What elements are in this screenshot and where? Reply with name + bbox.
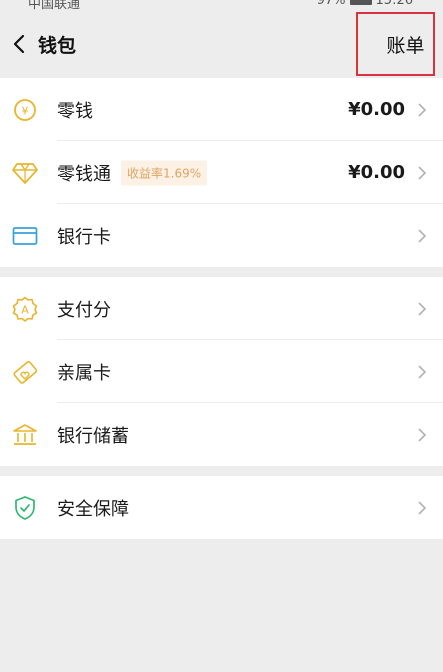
family-card-icon	[12, 359, 38, 385]
lingqiantong-value: ¥0.00	[348, 162, 405, 183]
chevron-right-icon	[417, 165, 427, 181]
chevron-right-icon	[417, 228, 427, 244]
chevron-right-icon	[417, 427, 427, 443]
page-title: 钱包	[38, 35, 77, 57]
bill-button[interactable]: 账单	[356, 12, 435, 76]
clock: 15:26	[375, 0, 413, 8]
bank-building-icon	[12, 422, 38, 448]
family-card-label: 亲属卡	[57, 362, 111, 384]
list-item-security[interactable]: 安全保障	[0, 476, 443, 539]
bank-savings-label: 银行储蓄	[57, 425, 129, 447]
security-label: 安全保障	[57, 498, 129, 520]
bank-card-icon	[12, 223, 38, 249]
battery-icon	[349, 0, 372, 5]
list-item-pay-score[interactable]: A 支付分	[0, 277, 443, 340]
list-item-bank-savings[interactable]: 银行储蓄	[0, 403, 443, 466]
svg-text:¥: ¥	[22, 104, 29, 117]
diamond-icon	[12, 160, 38, 186]
pay-score-icon: A	[12, 296, 38, 322]
battery-percent: 97%	[316, 0, 346, 8]
back-arrow-icon[interactable]	[10, 32, 30, 56]
list-item-change[interactable]: ¥ 零钱 ¥0.00	[0, 78, 443, 141]
change-value: ¥0.00	[348, 99, 405, 120]
lingqiantong-label: 零钱通	[57, 163, 111, 185]
change-label: 零钱	[57, 100, 93, 122]
carrier-label: 中国联通	[28, 0, 81, 12]
chevron-right-icon	[417, 500, 427, 516]
chevron-right-icon	[417, 364, 427, 380]
coin-icon: ¥	[12, 97, 38, 123]
yield-rate-badge: 收益率1.69%	[121, 160, 208, 185]
pay-score-label: 支付分	[57, 299, 111, 321]
wallet-group-services: A 支付分 亲属卡 银行储蓄	[0, 277, 443, 466]
bank-card-label: 银行卡	[57, 226, 111, 248]
chevron-right-icon	[417, 102, 427, 118]
shield-icon	[12, 495, 38, 521]
list-item-lingqiantong[interactable]: 零钱通 收益率1.69% ¥0.00	[0, 141, 443, 204]
wallet-group-balance: ¥ 零钱 ¥0.00 零钱通 收益率1.69% ¥0.00 银行卡	[0, 78, 443, 267]
nav-bar: 钱包 账单	[0, 12, 443, 78]
status-bar: 中国联通 97% 15:26	[0, 0, 443, 12]
wallet-group-security: 安全保障	[0, 476, 443, 539]
list-item-family-card[interactable]: 亲属卡	[0, 340, 443, 403]
chevron-right-icon	[417, 301, 427, 317]
list-item-bank-card[interactable]: 银行卡	[0, 204, 443, 267]
status-right: 97% 15:26	[317, 0, 413, 8]
svg-text:A: A	[21, 303, 29, 316]
